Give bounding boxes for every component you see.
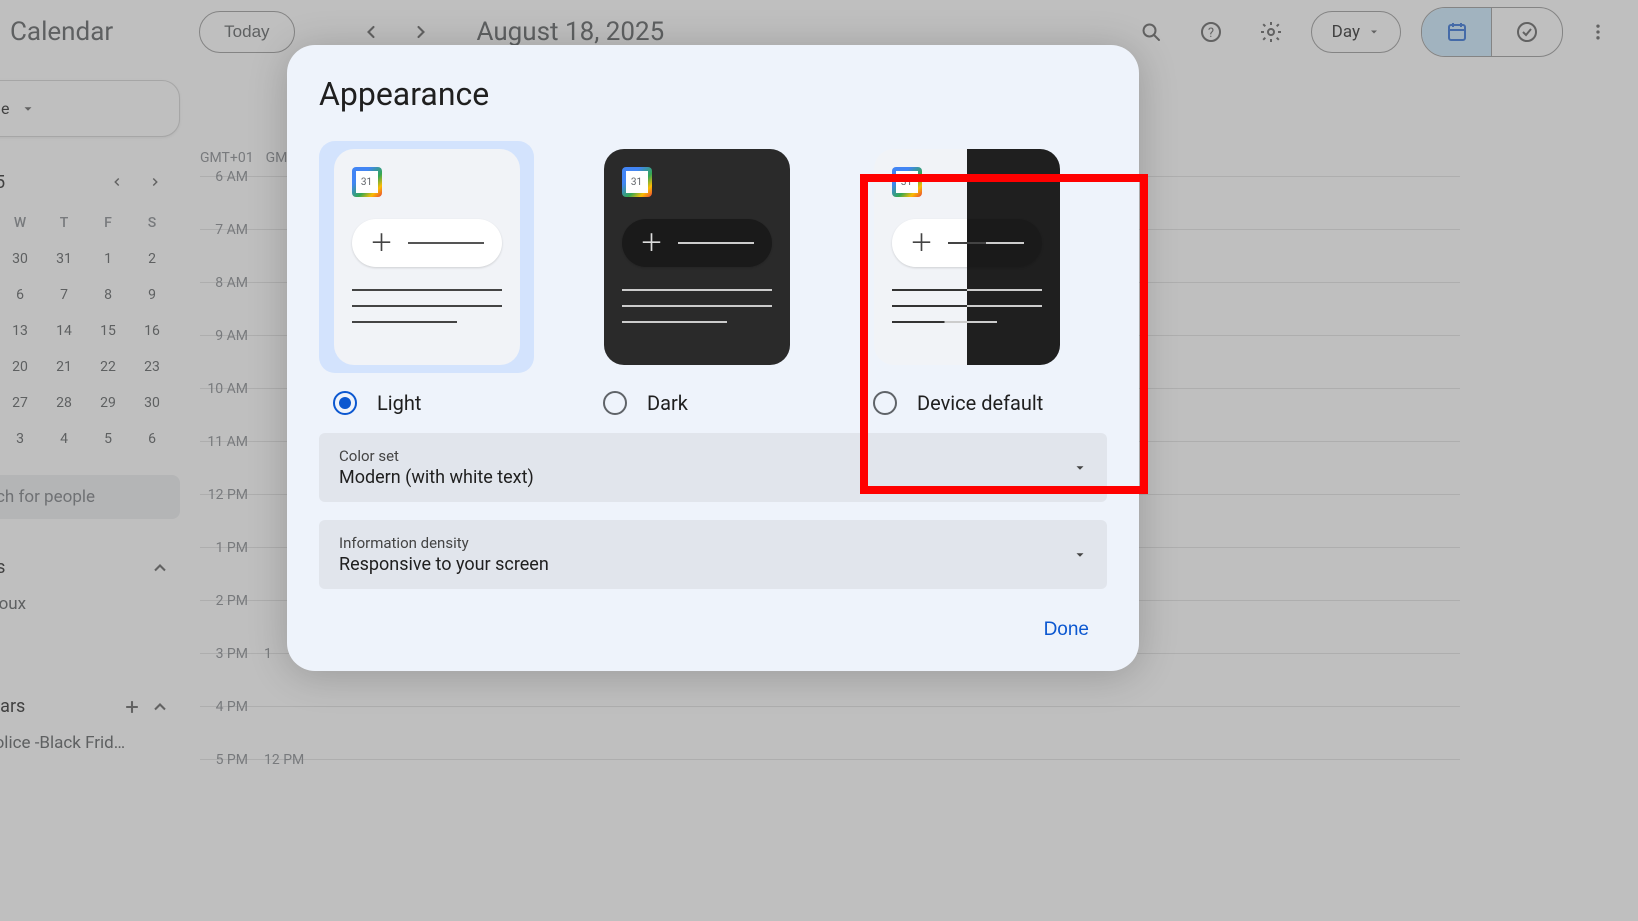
chevron-down-icon xyxy=(1073,461,1087,475)
modal-title: Appearance xyxy=(319,75,1139,113)
done-button[interactable]: Done xyxy=(1044,619,1089,641)
chevron-down-icon xyxy=(1073,548,1087,562)
theme-preview-device: ＋ xyxy=(874,149,1060,365)
density-label: Information density xyxy=(339,534,549,552)
color-set-value: Modern (with white text) xyxy=(339,467,534,488)
radio-dark[interactable] xyxy=(603,391,627,415)
theme-preview-dark: ＋ xyxy=(604,149,790,365)
density-value: Responsive to your screen xyxy=(339,554,549,575)
color-set-label: Color set xyxy=(339,447,534,465)
theme-option-device[interactable]: ＋ Device default xyxy=(859,141,1074,415)
calendar-logo-icon xyxy=(892,167,922,197)
theme-label-dark: Dark xyxy=(647,391,688,415)
radio-device[interactable] xyxy=(873,391,897,415)
density-dropdown[interactable]: Information density Responsive to your s… xyxy=(319,520,1107,589)
color-set-dropdown[interactable]: Color set Modern (with white text) xyxy=(319,433,1107,502)
calendar-logo-icon xyxy=(352,167,382,197)
radio-light[interactable] xyxy=(333,391,357,415)
appearance-modal: Appearance ＋ Light ＋ xyxy=(287,45,1139,671)
theme-option-dark[interactable]: ＋ Dark xyxy=(589,141,804,415)
theme-preview-light: ＋ xyxy=(334,149,520,365)
theme-option-light[interactable]: ＋ Light xyxy=(319,141,534,415)
theme-label-light: Light xyxy=(377,391,421,415)
calendar-logo-icon xyxy=(622,167,652,197)
theme-label-device: Device default xyxy=(917,391,1043,415)
